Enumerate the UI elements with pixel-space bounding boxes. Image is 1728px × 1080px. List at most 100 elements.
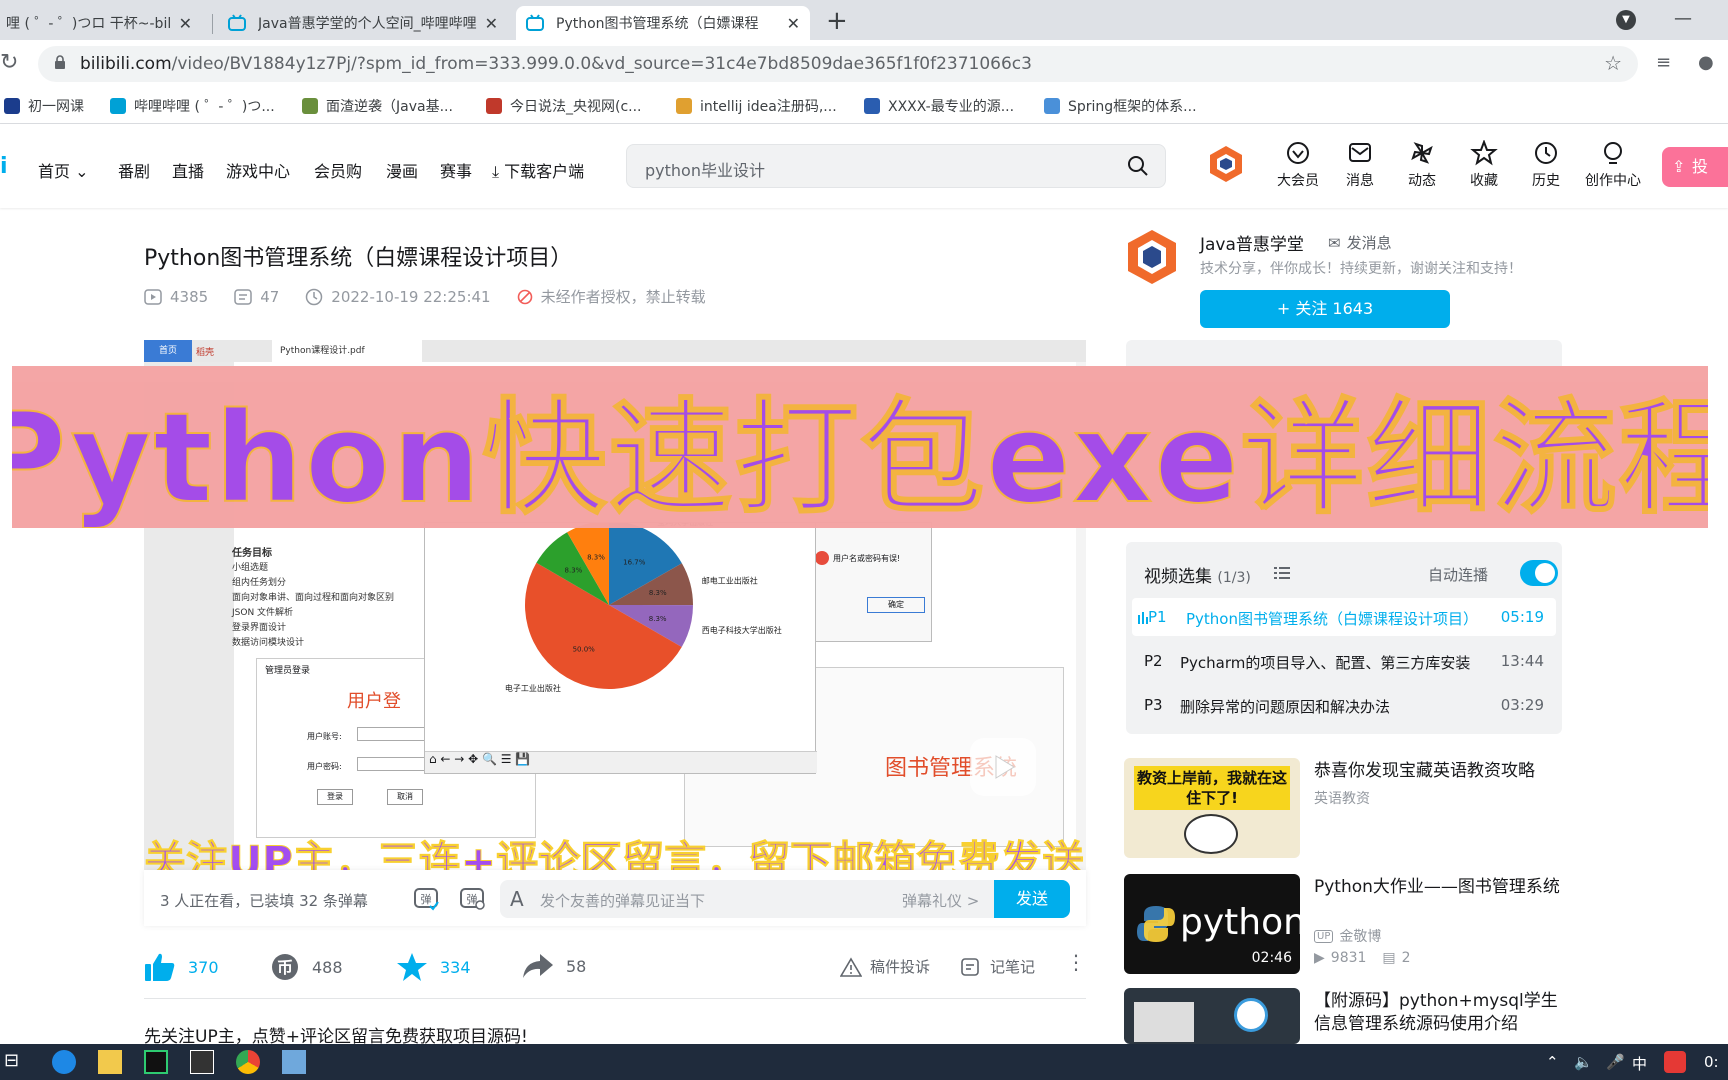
- header-dynamics[interactable]: 动态: [1392, 140, 1452, 190]
- browser-tab[interactable]: 哩 ( ゜- ゜)つロ 干杯~-bilibili ✕: [0, 6, 202, 40]
- volume-icon[interactable]: 🔈: [1574, 1053, 1593, 1071]
- nav-game-center[interactable]: 游戏中心: [226, 158, 290, 182]
- video-meta: 4385 47 2022-10-19 22:25:41 未经作者授权，禁止转载: [144, 286, 732, 307]
- recommended-author[interactable]: 英语教资: [1314, 788, 1370, 808]
- task-view-icon[interactable]: ⊟: [4, 1050, 19, 1071]
- episode-item[interactable]: P2 Pycharm的项目导入、配置、第三方库安装 13:44: [1132, 642, 1556, 680]
- episode-item-current[interactable]: P1 Python图书管理系统（白嫖课程设计项目） 05:19: [1132, 598, 1556, 636]
- episode-item[interactable]: P3 删除异常的问题原因和解决办法 03:29: [1132, 686, 1556, 724]
- header-history[interactable]: 历史: [1516, 140, 1576, 190]
- reading-list-icon[interactable]: ≡: [1656, 52, 1671, 73]
- danmaku-input[interactable]: A 发个友善的弹幕见证当下 弹幕礼仪 >: [500, 880, 1070, 918]
- up-badge-icon: UP: [1314, 929, 1334, 943]
- nav-anime[interactable]: 番剧: [118, 158, 150, 182]
- send-danmaku-button[interactable]: 发送: [994, 880, 1070, 918]
- bookmark-item[interactable]: 初一网课: [4, 96, 84, 116]
- recommended-video[interactable]: 教资上岸前，我就在这住下了! 恭喜你发现宝藏英语教资攻略 英语教资: [1124, 758, 1564, 858]
- clock[interactable]: 0:: [1704, 1053, 1719, 1071]
- report-button[interactable]: 稿件投诉: [840, 956, 930, 977]
- send-message-link[interactable]: ✉ 发消息: [1328, 232, 1392, 253]
- address-bar[interactable]: bilibili.com/video/BV1884y1z7Pj/?spm_id_…: [38, 46, 1638, 82]
- lock-icon[interactable]: [54, 55, 66, 69]
- tray-chevron-icon[interactable]: ⌃: [1546, 1053, 1559, 1071]
- uploader-name[interactable]: Java普惠学堂: [1200, 230, 1304, 255]
- upload-button[interactable]: ⇪ 投: [1662, 147, 1728, 187]
- header-favorites[interactable]: 收藏: [1454, 140, 1514, 190]
- bookmark-item[interactable]: 哔哩哔哩 ( ゜- ゜)つ...: [110, 96, 275, 116]
- typora-icon[interactable]: [190, 1050, 214, 1074]
- browser-tab-active[interactable]: Python图书管理系统（白嫖课程 ✕: [516, 6, 810, 40]
- uploader-avatar[interactable]: [1126, 228, 1178, 286]
- close-tab-icon[interactable]: ✕: [787, 14, 800, 33]
- pycharm-icon[interactable]: [144, 1050, 168, 1074]
- chrome-icon[interactable]: [236, 1050, 260, 1074]
- bilibili-logo-icon[interactable]: i: [0, 154, 8, 179]
- minimize-window-icon[interactable]: —: [1674, 8, 1692, 29]
- coin-button[interactable]: 币 488: [270, 952, 343, 982]
- list-view-icon[interactable]: [1274, 566, 1290, 580]
- video-thumbnail[interactable]: 教资上岸前，我就在这住下了!: [1124, 758, 1300, 858]
- bookmark-item[interactable]: 今日说法_央视网(c...: [486, 96, 642, 116]
- bookmark-item[interactable]: intellij idea注册码,...: [676, 96, 837, 116]
- nav-manga[interactable]: 漫画: [386, 158, 418, 182]
- frame-task-list: 任务目标 小组选题 组内任务划分 面向对象串讲、面向过程和面向对象区别 JSON…: [232, 548, 395, 648]
- nav-esports[interactable]: 赛事: [440, 158, 472, 182]
- autoplay-toggle[interactable]: [1520, 560, 1558, 586]
- bookmark-item[interactable]: Spring框架的体系...: [1044, 96, 1197, 116]
- close-tab-icon[interactable]: ✕: [485, 14, 498, 33]
- recommended-video[interactable]: python 02:46 Python大作业——图书管理系统 UP 金敬博 ▶ 98…: [1124, 874, 1564, 974]
- file-explorer-icon[interactable]: [98, 1050, 122, 1074]
- frame-home-tab: 首页: [144, 340, 192, 362]
- video-thumbnail[interactable]: python 02:46: [1124, 874, 1300, 974]
- microphone-icon[interactable]: 🎤: [1606, 1053, 1625, 1071]
- new-tab-button[interactable]: +: [826, 6, 848, 36]
- recommended-author[interactable]: UP 金敬博: [1314, 926, 1381, 946]
- reload-icon[interactable]: ↻: [0, 50, 18, 75]
- close-tab-icon[interactable]: ✕: [179, 14, 192, 33]
- overlay-title-text: Python快速打包exe详细流程: [12, 386, 1708, 528]
- danmaku-etiquette-link[interactable]: 弹幕礼仪 >: [902, 890, 979, 911]
- favorite-button[interactable]: 334: [396, 952, 471, 982]
- bookmark-favicon-icon: [302, 98, 318, 114]
- browser-tab[interactable]: Java普惠学堂的个人空间_哔哩哔哩 ✕: [218, 6, 508, 40]
- windows-taskbar: ⊟ ⌃ 🔈 🎤 中 0:: [0, 1044, 1728, 1080]
- header-messages[interactable]: 消息: [1330, 140, 1390, 190]
- bilibili-favicon-icon: [228, 14, 246, 31]
- video-thumbnail[interactable]: [1124, 988, 1300, 1044]
- recommended-title[interactable]: 恭喜你发现宝藏英语教资攻略: [1314, 760, 1562, 783]
- recommended-title[interactable]: 【附源码】python+mysql学生信息管理系统源码使用介绍: [1314, 990, 1562, 1036]
- follow-button[interactable]: + 关注 1643: [1200, 290, 1450, 328]
- edge-icon[interactable]: [52, 1050, 76, 1074]
- bilibili-play-icon[interactable]: [970, 738, 1036, 796]
- profile-icon[interactable]: ●: [1698, 52, 1714, 73]
- search-input[interactable]: python毕业设计: [645, 157, 765, 181]
- text-style-icon[interactable]: A: [510, 887, 524, 911]
- user-avatar[interactable]: [1206, 144, 1246, 184]
- danmaku-toggle-icon[interactable]: 弹: [412, 884, 440, 912]
- ime-indicator[interactable]: 中: [1632, 1053, 1647, 1074]
- editor-icon[interactable]: [282, 1050, 306, 1074]
- search-box[interactable]: python毕业设计: [626, 144, 1166, 188]
- viewer-status: 3 人正在看，已装填 32 条弹幕: [160, 892, 368, 910]
- header-creator-center[interactable]: 创作中心: [1580, 140, 1646, 190]
- meme-face-icon: [1184, 814, 1238, 854]
- header-vip[interactable]: 大会员: [1268, 140, 1328, 190]
- nav-download-client[interactable]: ⤓ 下载客户端: [492, 158, 584, 182]
- nav-home[interactable]: 首页 ⌄: [38, 158, 89, 182]
- danmaku-settings-icon[interactable]: 弹: [458, 884, 486, 912]
- recommended-title[interactable]: Python大作业——图书管理系统: [1314, 876, 1562, 899]
- notes-button[interactable]: 记笔记: [960, 956, 1035, 977]
- bookmark-item[interactable]: XXXX-最专业的源...: [864, 96, 1014, 116]
- danmaku-bar: 3 人正在看，已装填 32 条弹幕 弹 弹 A 发个友善的弹幕见证当下 弹幕礼仪…: [144, 870, 1086, 926]
- nav-mall[interactable]: 会员购: [314, 158, 362, 182]
- bookmark-star-icon[interactable]: ☆: [1604, 51, 1622, 75]
- search-icon[interactable]: [1127, 155, 1149, 177]
- tab-search-chevron-icon[interactable]: ▼: [1616, 10, 1636, 30]
- bookmark-item[interactable]: 面渣逆袭（Java基...: [302, 96, 453, 116]
- like-button[interactable]: 370: [144, 952, 219, 982]
- nav-live[interactable]: 直播: [172, 158, 204, 182]
- recommended-video[interactable]: 【附源码】python+mysql学生信息管理系统源码使用介绍: [1124, 988, 1564, 1044]
- more-options-icon[interactable]: ⋮: [1066, 950, 1086, 974]
- share-button[interactable]: 58: [522, 952, 586, 980]
- sogou-ime-icon[interactable]: [1664, 1051, 1686, 1073]
